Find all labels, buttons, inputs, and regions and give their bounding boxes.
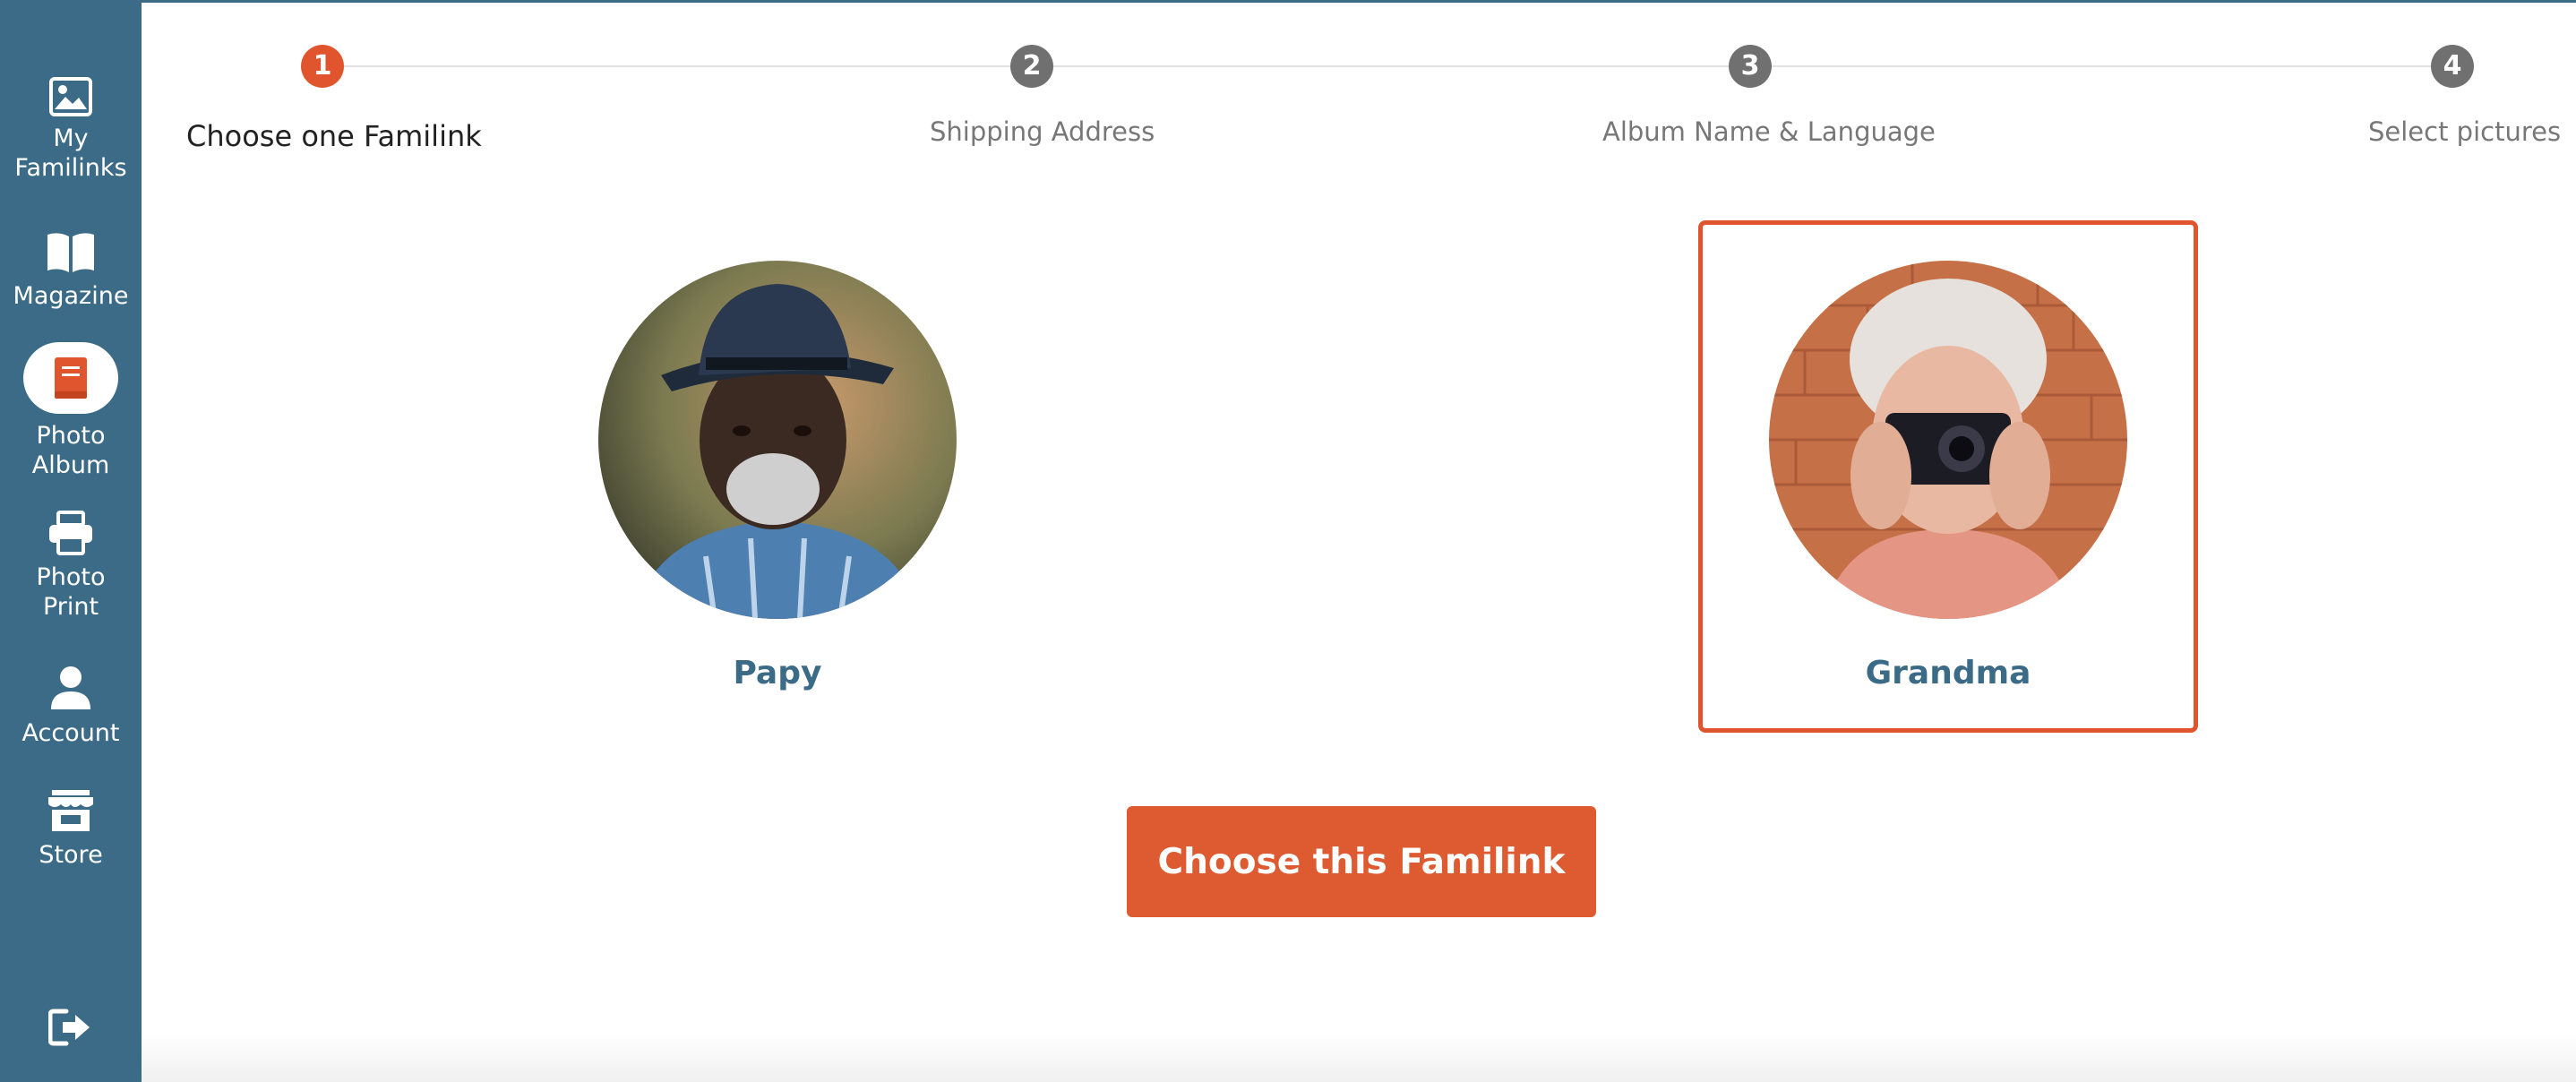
avatar — [598, 261, 957, 619]
step-4-label: Select pictures — [2368, 116, 2562, 147]
familink-name: Papy — [733, 655, 822, 691]
familink-name: Grandma — [1865, 655, 2031, 691]
printer-icon — [49, 511, 92, 555]
step-2-label: Shipping Address — [930, 116, 1155, 147]
sidebar-item-label: Photo Album — [31, 422, 110, 479]
portrait-photo — [1769, 261, 2127, 619]
step-4-badge: 4 — [2431, 45, 2474, 88]
step-1-label: Choose one Familink — [186, 119, 482, 153]
bottom-shadow — [142, 1030, 2576, 1082]
sidebar-item-magazine[interactable]: Magazine — [0, 231, 142, 311]
user-icon — [51, 666, 90, 709]
album-icon — [55, 357, 87, 399]
sidebar-item-store[interactable]: Store — [0, 788, 142, 870]
step-2-badge: 2 — [1010, 45, 1053, 88]
sidebar-item-label: My Familinks — [14, 125, 127, 182]
logout-icon — [47, 1009, 90, 1046]
logout-button[interactable] — [0, 1008, 142, 1051]
sidebar-item-label: Photo Print — [36, 563, 106, 621]
step-connector — [1772, 65, 2452, 67]
sidebar-item-label: Account — [21, 719, 120, 747]
step-3-label: Album Name & Language — [1602, 116, 1936, 147]
book-open-icon — [47, 233, 94, 272]
top-border — [142, 0, 2576, 3]
sidebar-item-my-familinks[interactable]: My Familinks — [0, 77, 142, 183]
choose-familink-button[interactable]: Choose this Familink — [1127, 806, 1596, 917]
store-icon — [48, 790, 93, 831]
step-3-badge: 3 — [1729, 45, 1772, 88]
active-indicator — [23, 342, 118, 414]
sidebar: My Familinks Magazine Photo Album Photo … — [0, 0, 142, 1082]
sidebar-item-account[interactable]: Account — [0, 665, 142, 748]
sidebar-item-photo-album[interactable]: Photo Album — [0, 342, 142, 480]
image-icon — [49, 77, 92, 116]
familink-card-papy[interactable]: Papy — [528, 220, 1027, 733]
sidebar-item-label: Magazine — [13, 282, 129, 310]
step-1-badge: 1 — [301, 45, 344, 88]
avatar — [1769, 261, 2127, 619]
portrait-photo — [598, 261, 957, 619]
step-connector — [344, 65, 1012, 67]
familink-card-grandma[interactable]: Grandma — [1698, 220, 2198, 733]
step-connector — [1053, 65, 1730, 67]
sidebar-item-photo-print[interactable]: Photo Print — [0, 511, 142, 622]
sidebar-item-label: Store — [39, 841, 103, 869]
